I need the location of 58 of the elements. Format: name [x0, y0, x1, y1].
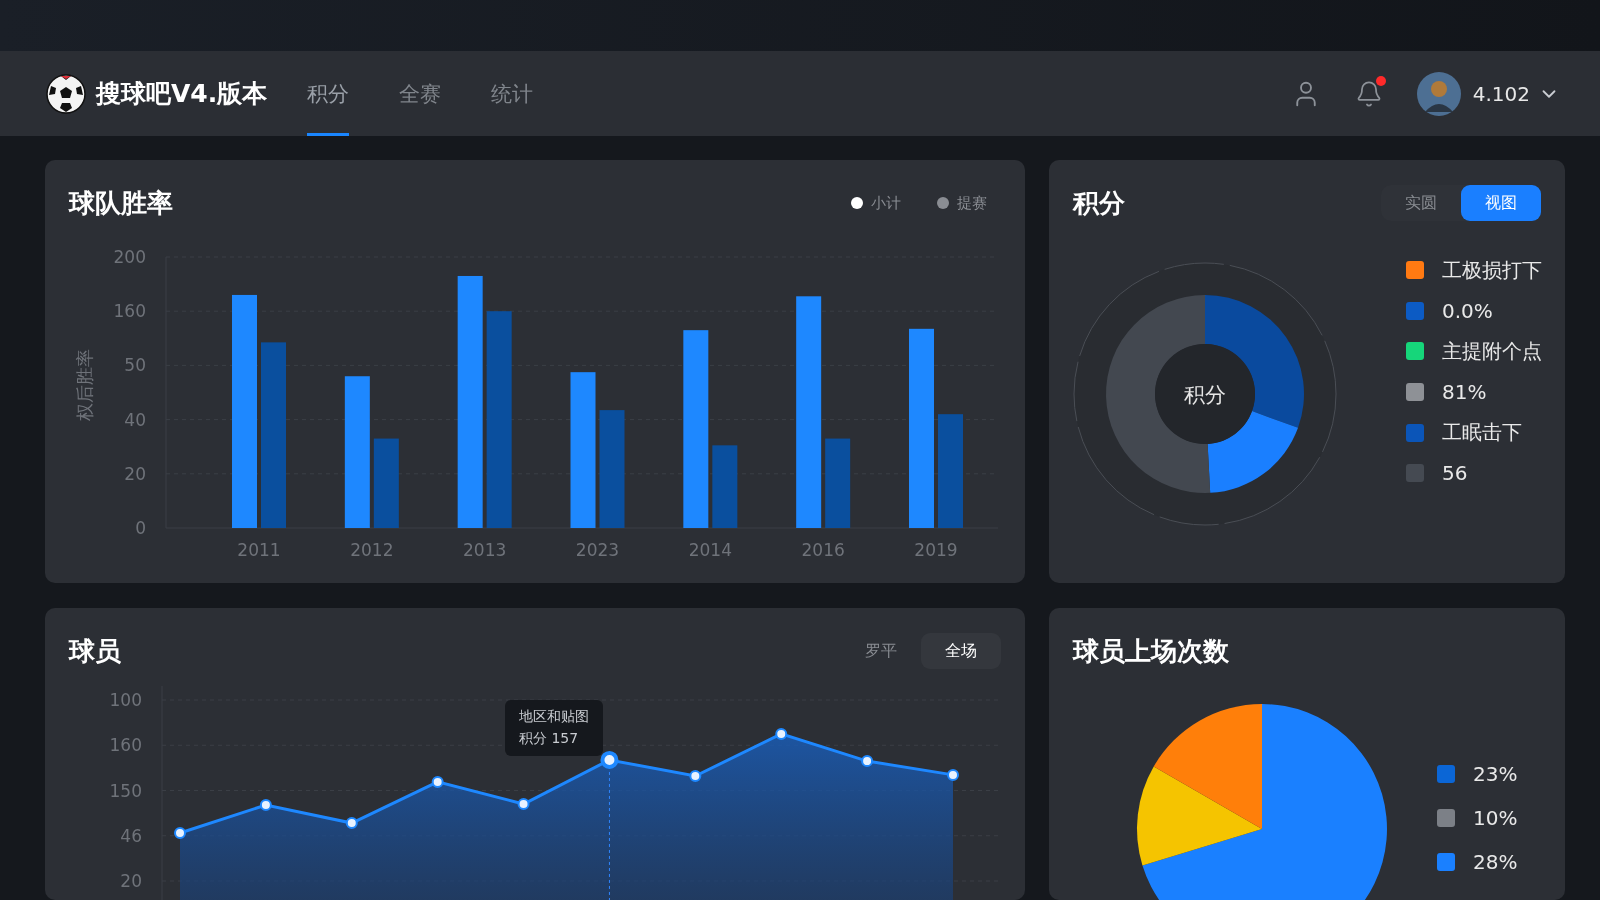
card-title: 球员上场次数 [1073, 634, 1229, 668]
x-tick-label: 2019 [914, 540, 958, 560]
legend-label: 10% [1473, 806, 1518, 830]
data-point[interactable] [947, 768, 959, 781]
data-point[interactable] [517, 798, 530, 811]
x-tick-label: 2016 [801, 540, 845, 560]
data-point[interactable] [259, 799, 272, 811]
y-tick-label: 40 [124, 409, 146, 430]
y-tick-label: 20 [124, 463, 146, 484]
toggle-button[interactable]: 实圆 [1381, 185, 1461, 221]
x-tick-label: 2011 [237, 540, 281, 560]
axis-title: 权后胜率 [74, 349, 95, 421]
y-tick-label: 160 [109, 735, 142, 756]
y-tick-label: 160 [113, 301, 146, 322]
nav-tab[interactable]: 全赛 [399, 51, 442, 136]
toggle-button[interactable]: 全场 [921, 633, 1001, 669]
nav-tab[interactable]: 统计 [491, 51, 534, 136]
y-tick-label: 100 [109, 690, 142, 710]
toggle-button[interactable]: 视图 [1461, 185, 1541, 221]
data-point[interactable] [600, 750, 619, 769]
legend-label: 小计 [871, 193, 901, 213]
y-tick-label: 20 [120, 871, 142, 891]
y-tick-label: 50 [124, 355, 146, 376]
y-tick-label: 46 [120, 825, 142, 846]
legend-label: 主提附个点 [1442, 338, 1542, 365]
legend-label: 23% [1473, 762, 1518, 786]
x-tick-label: 2013 [463, 540, 507, 560]
soccer-ball-icon [46, 73, 86, 114]
y-tick-label: 200 [113, 247, 146, 267]
nav-tab[interactable]: 积分 [307, 51, 350, 136]
legend-label: 56 [1442, 461, 1468, 486]
x-tick-label: 2023 [575, 540, 620, 560]
data-point[interactable] [345, 817, 358, 830]
tooltip-text: 积分 157 [519, 730, 580, 748]
legend-label: 0.0% [1442, 298, 1493, 323]
tooltip-text: 地区和贴图 [519, 708, 589, 726]
card-title: 球员 [69, 634, 121, 668]
legend-label: 工极损打下 [1442, 256, 1542, 284]
data-point[interactable] [174, 827, 186, 840]
y-tick-label: 0 [135, 518, 146, 538]
card-title: 球队胜率 [69, 186, 173, 220]
x-tick-label: 2014 [688, 540, 732, 560]
user-name[interactable]: 4.102 [1472, 81, 1530, 106]
avatar[interactable] [1416, 71, 1461, 116]
data-point[interactable] [861, 755, 874, 768]
data-point[interactable] [689, 770, 702, 782]
legend-label: 提赛 [957, 193, 987, 213]
donut-center-label: 积分 [1184, 383, 1226, 407]
legend-label: 工眠击下 [1442, 419, 1522, 447]
legend-label: 28% [1473, 850, 1518, 874]
toggle-button[interactable]: 罗平 [841, 633, 921, 669]
y-tick-label: 150 [109, 780, 142, 801]
data-point[interactable] [775, 727, 788, 740]
x-tick-label: 2012 [350, 540, 394, 560]
data-point[interactable] [431, 775, 444, 788]
app-logo-text: 搜球吧V4.版本 [96, 78, 268, 110]
legend-label: 81% [1442, 380, 1487, 405]
card-title: 积分 [1073, 186, 1125, 220]
